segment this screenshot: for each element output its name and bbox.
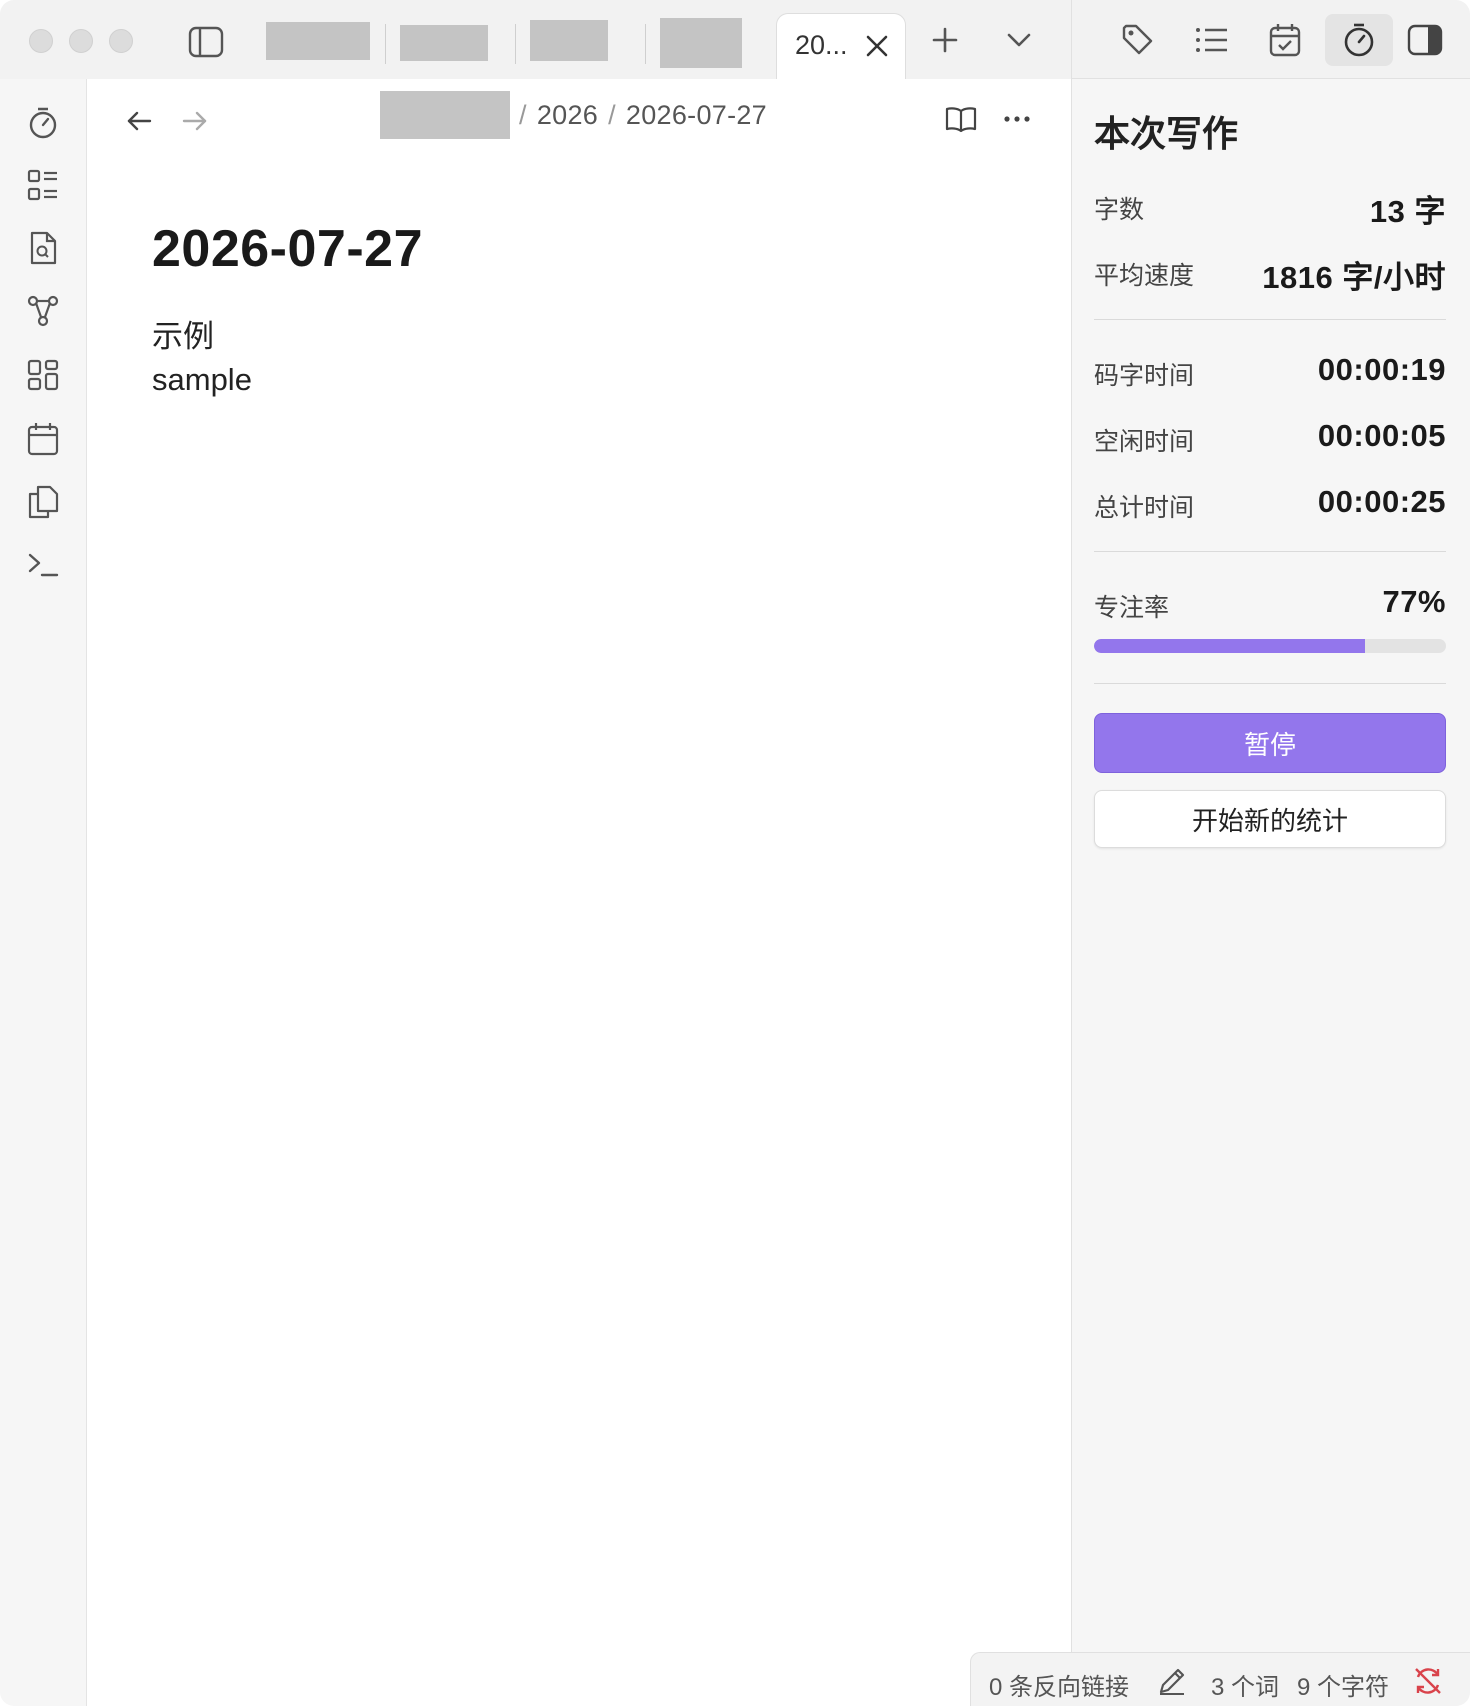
toggle-right-sidebar-button[interactable]	[1403, 18, 1447, 62]
tags-view-button[interactable]	[1116, 18, 1160, 62]
writing-stats-panel: 本次写作 字数 13 字 平均速度 1816 字/小时 码字时间 00:00:1…	[1071, 79, 1470, 1706]
panel-heading: 本次写作	[1094, 113, 1239, 154]
new-tab-button[interactable]	[925, 20, 965, 60]
graph-icon	[27, 295, 59, 327]
status-bar: 0 条反向链接 3 个词 9 个字符	[970, 1652, 1470, 1706]
stat-focus-rate: 专注率 77%	[1094, 582, 1446, 622]
calendar-check-icon	[1269, 24, 1301, 57]
sync-error-icon[interactable]	[1412, 1665, 1444, 1697]
sidebar-right-icon	[1407, 24, 1443, 56]
stat-idle-time: 空闲时间 00:00:05	[1094, 416, 1446, 456]
tab-redacted-3[interactable]	[530, 20, 608, 61]
note-title[interactable]: 2026-07-27	[152, 219, 423, 279]
stat-average-speed: 平均速度 1816 字/小时	[1094, 250, 1446, 295]
writing-stats-view-button[interactable]	[1325, 14, 1393, 66]
editor-pane: / 2026 / 2026-07-27 2026-07-27 示例 sample	[87, 79, 1071, 1706]
calendar-view-button[interactable]	[1263, 18, 1307, 62]
divider	[1094, 551, 1446, 552]
stat-label: 平均速度	[1094, 262, 1195, 290]
app-window: 20... / 2026 / 2026-07-27 2026-07-27 示例 …	[0, 0, 1470, 1706]
outline-view-button[interactable]	[1190, 18, 1234, 62]
grid-layout-icon	[27, 359, 59, 391]
ribbon-graph-view-button[interactable]	[23, 291, 63, 331]
pause-button[interactable]: 暂停	[1094, 713, 1446, 773]
breadcrumb-note[interactable]: 2026-07-27	[626, 100, 767, 130]
chevron-down-icon	[1007, 33, 1031, 47]
focus-progress-fill	[1094, 639, 1366, 653]
ribbon-search-file-button[interactable]	[23, 228, 63, 268]
timer-icon	[1344, 23, 1374, 57]
backlinks-count[interactable]: 0 条反向链接	[989, 1667, 1129, 1702]
toggle-left-sidebar-button[interactable]	[184, 20, 228, 64]
tab-redacted-4[interactable]	[660, 18, 742, 68]
stat-total-time: 总计时间 00:00:25	[1094, 482, 1446, 522]
arrow-left-icon	[127, 111, 152, 131]
focus-progress-bar	[1094, 639, 1446, 653]
stat-label: 专注率	[1094, 594, 1170, 622]
back-button[interactable]	[119, 101, 159, 141]
breadcrumb-year[interactable]: 2026	[537, 100, 598, 130]
ribbon-outline-button[interactable]	[23, 165, 63, 205]
zoom-window-button[interactable]	[109, 29, 133, 53]
divider	[1094, 683, 1446, 684]
stat-label: 总计时间	[1094, 494, 1195, 522]
tab-active-title: 20...	[795, 30, 848, 60]
close-window-button[interactable]	[29, 29, 53, 53]
breadcrumb-separator: /	[608, 100, 616, 130]
breadcrumb-redacted-folder[interactable]	[380, 91, 510, 139]
right-sidebar-tab-bar	[1071, 0, 1470, 79]
stat-label: 码字时间	[1094, 362, 1195, 390]
breadcrumb-separator: /	[519, 100, 527, 130]
minimize-window-button[interactable]	[69, 29, 93, 53]
close-icon[interactable]	[863, 32, 891, 60]
tag-icon	[1122, 24, 1153, 55]
tab-bar: 20...	[0, 0, 1071, 80]
stat-label: 空闲时间	[1094, 428, 1195, 456]
stat-word-count: 字数 13 字	[1094, 184, 1446, 229]
tab-active[interactable]: 20...	[776, 13, 906, 80]
tab-list-dropdown-button[interactable]	[999, 20, 1039, 60]
stat-value: 00:00:05	[1317, 418, 1446, 453]
book-open-icon	[945, 107, 977, 133]
tab-redacted-2[interactable]	[400, 25, 488, 61]
stat-value: 1816 字/小时	[1262, 260, 1446, 295]
reading-view-button[interactable]	[941, 99, 981, 139]
copy-files-icon	[28, 485, 59, 519]
note-line[interactable]: sample	[152, 362, 252, 398]
left-ribbon	[0, 79, 87, 1706]
tab-redacted-1[interactable]	[266, 22, 370, 60]
note-line[interactable]: 示例	[152, 311, 214, 356]
more-options-button[interactable]	[997, 99, 1037, 139]
sidebar-left-icon	[188, 26, 224, 58]
ribbon-templates-button[interactable]	[23, 482, 63, 522]
ribbon-daily-note-button[interactable]	[23, 419, 63, 459]
plus-icon	[932, 27, 958, 53]
more-horizontal-icon	[1004, 116, 1030, 122]
list-layout-icon	[27, 169, 57, 201]
ribbon-timer-button[interactable]	[23, 103, 63, 143]
breadcrumb: / 2026 / 2026-07-27	[519, 100, 767, 131]
pencil-icon[interactable]	[1156, 1665, 1188, 1697]
ribbon-canvas-button[interactable]	[23, 355, 63, 395]
stat-value: 77%	[1382, 584, 1446, 619]
calendar-icon	[27, 423, 59, 456]
file-search-icon	[30, 231, 57, 265]
forward-button[interactable]	[175, 101, 215, 141]
stat-value: 13 字	[1369, 194, 1446, 229]
ribbon-terminal-button[interactable]	[23, 545, 63, 585]
arrow-right-icon	[182, 111, 207, 131]
word-count: 3 个词	[1211, 1674, 1280, 1701]
stat-value: 00:00:25	[1317, 484, 1446, 519]
char-count: 9 个字符	[1297, 1674, 1390, 1701]
stat-typing-time: 码字时间 00:00:19	[1094, 350, 1446, 390]
timer-icon	[29, 107, 57, 139]
list-icon	[1196, 28, 1227, 52]
terminal-icon	[28, 553, 59, 577]
divider	[1094, 319, 1446, 320]
stat-label: 字数	[1094, 196, 1145, 224]
start-new-session-button[interactable]: 开始新的统计	[1094, 790, 1446, 848]
stat-value: 00:00:19	[1317, 352, 1446, 387]
